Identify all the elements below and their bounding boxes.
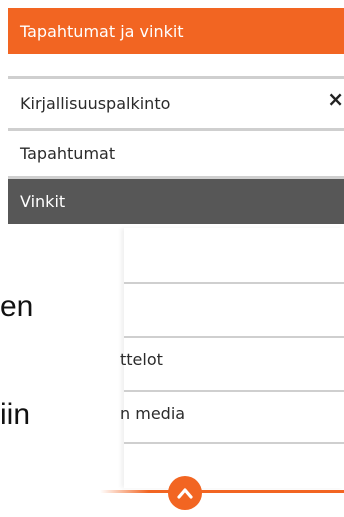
submenu-item-media[interactable]: n media [120,404,185,423]
menu-list: Kirjallisuuspalkinto × Tapahtumat Vinkit [8,76,344,224]
close-icon[interactable]: × [327,89,344,109]
background-text-en: en [0,290,34,323]
submenu-item-ttelot[interactable]: ttelot [120,350,163,369]
menu-item-vinkit[interactable]: Vinkit [8,176,344,224]
divider [124,442,344,444]
divider [124,282,344,284]
menu-item-kirjallisuuspalkinto[interactable]: Kirjallisuuspalkinto × [8,76,344,128]
divider [124,390,344,392]
divider [124,336,344,338]
menu-item-label: Vinkit [20,192,66,211]
scroll-up-button[interactable] [168,476,202,510]
menu-item-label: Kirjallisuuspalkinto [20,94,171,113]
section-title: Tapahtumat ja vinkit [20,21,184,41]
background-text-iin: iin [0,398,31,431]
chevron-up-icon [177,488,193,499]
submenu-card: ttelot n media [120,228,344,488]
accent-line [100,490,344,493]
section-header: Tapahtumat ja vinkit [8,8,344,54]
menu-item-tapahtumat[interactable]: Tapahtumat [8,128,344,176]
menu-item-label: Tapahtumat [20,144,116,163]
